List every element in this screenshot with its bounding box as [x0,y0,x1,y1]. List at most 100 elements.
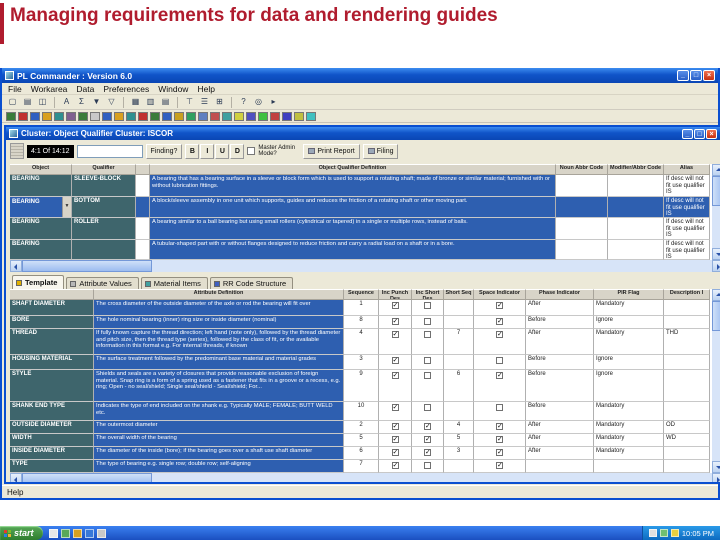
maximize-button[interactable]: □ [694,128,705,139]
inc-short-checkbox[interactable] [424,302,431,309]
sort-descending-icon[interactable]: ▼ [90,96,103,108]
grid-icon[interactable]: ▦ [129,96,142,108]
toolbar2-icon-17[interactable] [198,111,208,121]
inc-short-checkbox[interactable] [424,423,431,430]
toolbar2-icon-7[interactable] [78,111,88,121]
menu-item-window[interactable]: Window [158,84,188,94]
inc-punch-checkbox[interactable] [391,357,399,364]
menu-item-data[interactable]: Data [76,84,94,94]
minimize-button[interactable]: _ [682,128,693,139]
toolbar2-icon-24[interactable] [282,111,292,121]
tray-icon-1[interactable] [648,529,657,537]
inc-punch-checkbox[interactable] [391,302,399,309]
scroll-right-icon[interactable] [712,260,720,272]
space-indicator-checkbox[interactable] [496,423,503,430]
toolbar2-icon-5[interactable] [54,111,64,121]
toolbar2-icon-3[interactable] [30,111,40,121]
close-button[interactable]: × [706,128,717,139]
scroll-down-icon[interactable] [712,248,720,260]
tray-icon-3[interactable] [670,529,679,537]
maximize-button[interactable]: □ [690,70,702,81]
form-icon[interactable]: ▥ [144,96,157,108]
scroll-down-icon[interactable] [712,461,720,473]
inc-punch-checkbox[interactable] [391,436,399,443]
start-button[interactable]: start [0,526,43,540]
inc-punch-checkbox[interactable] [391,462,399,469]
minimize-button[interactable]: _ [677,70,689,81]
space-indicator-checkbox[interactable] [496,318,503,325]
space-indicator-checkbox[interactable] [496,436,503,443]
new-icon[interactable]: ▢ [6,96,19,108]
open-icon[interactable]: ▤ [21,96,34,108]
toolbar2-icon-25[interactable] [294,111,304,121]
sum-icon[interactable]: Σ [75,96,88,108]
find-button[interactable]: Finding? [145,143,183,159]
grid2-scroll-thumb[interactable] [712,301,720,331]
scroll-left-icon[interactable] [10,260,22,272]
inc-short-checkbox[interactable] [424,449,431,456]
inc-punch-checkbox[interactable] [391,449,399,456]
object-row[interactable]: BEARING A tubular-shaped part with or wit… [10,240,720,260]
search-icon[interactable]: ◎ [252,96,265,108]
quick-launch-icon-4[interactable] [84,528,94,538]
attribute-row[interactable]: BORE The hole nominal bearing (inner) rin… [10,316,720,329]
inc-punch-checkbox[interactable] [391,331,399,338]
inc-short-checkbox[interactable] [424,462,431,469]
inc-short-checkbox[interactable] [424,331,431,338]
tray-icon-2[interactable] [659,529,668,537]
grid2-vertical-scrollbar[interactable] [711,289,720,473]
inc-punch-checkbox[interactable] [391,372,399,379]
tab-material-items[interactable]: Material Items [140,277,208,289]
close-button[interactable]: × [703,70,715,81]
record-selector-grid[interactable] [10,143,24,159]
attribute-row[interactable]: OUTSIDE DIAMETERThe outermost diameter2 4… [10,421,720,434]
toolbar2-icon-4[interactable] [42,111,52,121]
toolbar2-icon-20[interactable] [234,111,244,121]
cluster-titlebar[interactable]: Cluster: Object Qualifier Cluster: ISCOR… [6,127,720,140]
space-indicator-checkbox[interactable] [496,331,503,338]
hierarchy-icon[interactable]: ⊞ [213,96,226,108]
grid1-scroll-thumb[interactable] [712,176,720,206]
space-indicator-checkbox[interactable] [496,302,503,309]
space-indicator-checkbox[interactable] [496,357,503,364]
grid2-horizontal-scrollbar[interactable] [10,473,720,482]
menu-item-workarea[interactable]: Workarea [31,84,68,94]
toolbar2-icon-10[interactable] [114,111,124,121]
inc-short-checkbox[interactable] [424,318,431,325]
save-icon[interactable]: ◫ [36,96,49,108]
inc-short-checkbox[interactable] [424,404,431,411]
menu-item-file[interactable]: File [8,84,22,94]
inc-punch-checkbox[interactable] [391,423,399,430]
font-icon[interactable]: A [60,96,73,108]
toolbar2-icon-1[interactable] [6,111,16,121]
filing-button[interactable]: Filing [362,143,399,159]
search-input[interactable] [76,144,143,158]
inc-short-checkbox[interactable] [424,357,431,364]
toolbar2-icon-18[interactable] [210,111,220,121]
print-report-button[interactable]: Print Report [303,143,360,159]
format-button-b[interactable]: B [185,143,200,159]
object-row[interactable]: BEARING ▼ BOTTOM A block/sleeve assembly in… [10,197,720,218]
menu-item-help[interactable]: Help [197,84,214,94]
toolbar2-icon-19[interactable] [222,111,232,121]
quick-launch-icon-5[interactable] [96,528,106,538]
list-icon[interactable]: ☰ [198,96,211,108]
toolbar2-icon-15[interactable] [174,111,184,121]
format-button-d[interactable]: D [230,143,245,159]
toolbar2-icon-11[interactable] [126,111,136,121]
object-row[interactable]: BEARING SLEEVE-BLOCK A bearing that has a … [10,175,720,197]
go-icon[interactable]: ▸ [267,96,280,108]
toolbar2-icon-8[interactable] [90,111,100,121]
space-indicator-checkbox[interactable] [496,372,503,379]
toolbar2-icon-21[interactable] [246,111,256,121]
toolbar2-icon-12[interactable] [138,111,148,121]
toolbar2-icon-26[interactable] [306,111,316,121]
chevron-down-icon[interactable]: ▼ [62,197,71,217]
format-button-i[interactable]: I [200,143,215,159]
inc-punch-checkbox[interactable] [391,404,399,411]
tab-attribute-values[interactable]: Attribute Values [66,277,139,289]
space-indicator-checkbox[interactable] [496,404,503,411]
toolbar2-icon-9[interactable] [102,111,112,121]
toolbar2-icon-23[interactable] [270,111,280,121]
grid2-hscroll-thumb[interactable] [22,473,152,482]
